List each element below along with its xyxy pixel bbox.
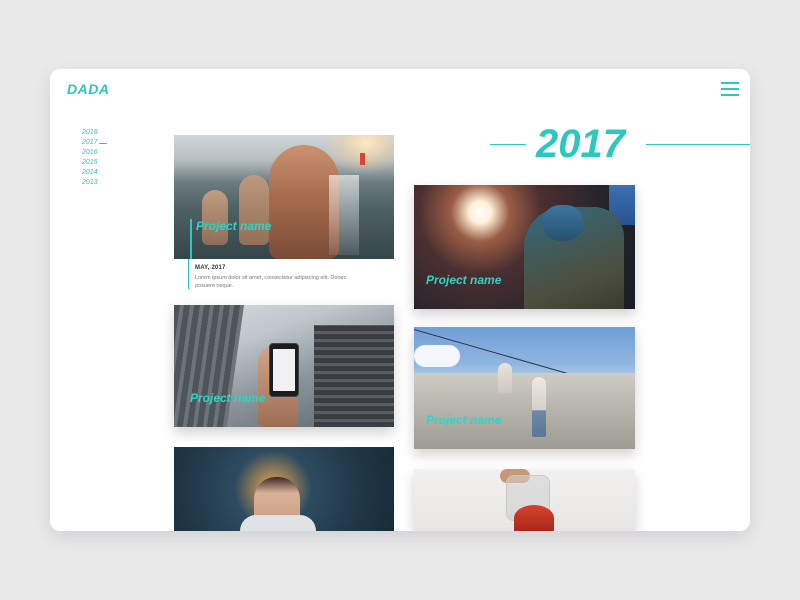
photo-phone-screen [273,349,295,391]
year-heading-divider-right [646,144,750,145]
project-card-sparkler[interactable] [174,447,394,531]
accent-bar [190,219,192,259]
photo-child [202,190,228,245]
year-link-2013[interactable]: 2013 [82,178,98,188]
hamburger-menu-icon[interactable] [721,82,739,96]
photo-rooftop-wall [414,373,635,449]
photo-smartphone [269,343,299,397]
project-name: Project name [426,273,502,287]
photo-welder-helmet [542,205,584,241]
project-name: Project name [196,219,272,233]
year-link-2014[interactable]: 2014 [82,168,98,178]
year-timeline-nav: 2018 2017 2016 2015 2014 2013 [82,128,107,188]
photo-child [239,175,269,245]
photo-cloud [414,345,460,367]
menu-line [721,94,739,96]
photo-building [174,305,244,427]
photo-shirt [240,515,316,531]
photo-person-sitting [498,363,512,393]
app-window: DADA 2018 2017 2016 2015 2014 2013 2017 … [50,69,750,531]
year-link-2017[interactable]: 2017 [82,138,107,148]
photo-strawberries [514,505,554,531]
year-link-2016[interactable]: 2016 [82,148,98,158]
menu-line [721,82,739,84]
menu-line [721,88,739,90]
project-name: Project name [190,391,266,405]
project-date: MAY, 2017 [195,265,226,271]
year-link-2015[interactable]: 2015 [82,158,98,168]
accent-bar [188,259,189,289]
project-name: Project name [426,413,502,427]
photo-person-standing [532,377,546,437]
brand-logo[interactable]: DADA [67,81,109,97]
photo-water-splash [329,175,359,255]
project-card-welder[interactable]: Project name [414,185,635,309]
year-link-2018[interactable]: 2018 [82,128,98,138]
year-heading-divider-left [490,144,526,145]
project-card-drink[interactable] [414,469,635,531]
project-description: Lorem ipsum dolor sit amet, consectetur … [195,275,347,289]
photo-building [314,325,394,427]
project-card-phone-city[interactable]: Project name [174,305,394,427]
project-card-kids-sea[interactable]: Project name [174,135,394,259]
photo-lighthouse [360,153,365,165]
project-card-rooftop[interactable]: Project name [414,327,635,449]
year-heading: 2017 [536,122,625,166]
